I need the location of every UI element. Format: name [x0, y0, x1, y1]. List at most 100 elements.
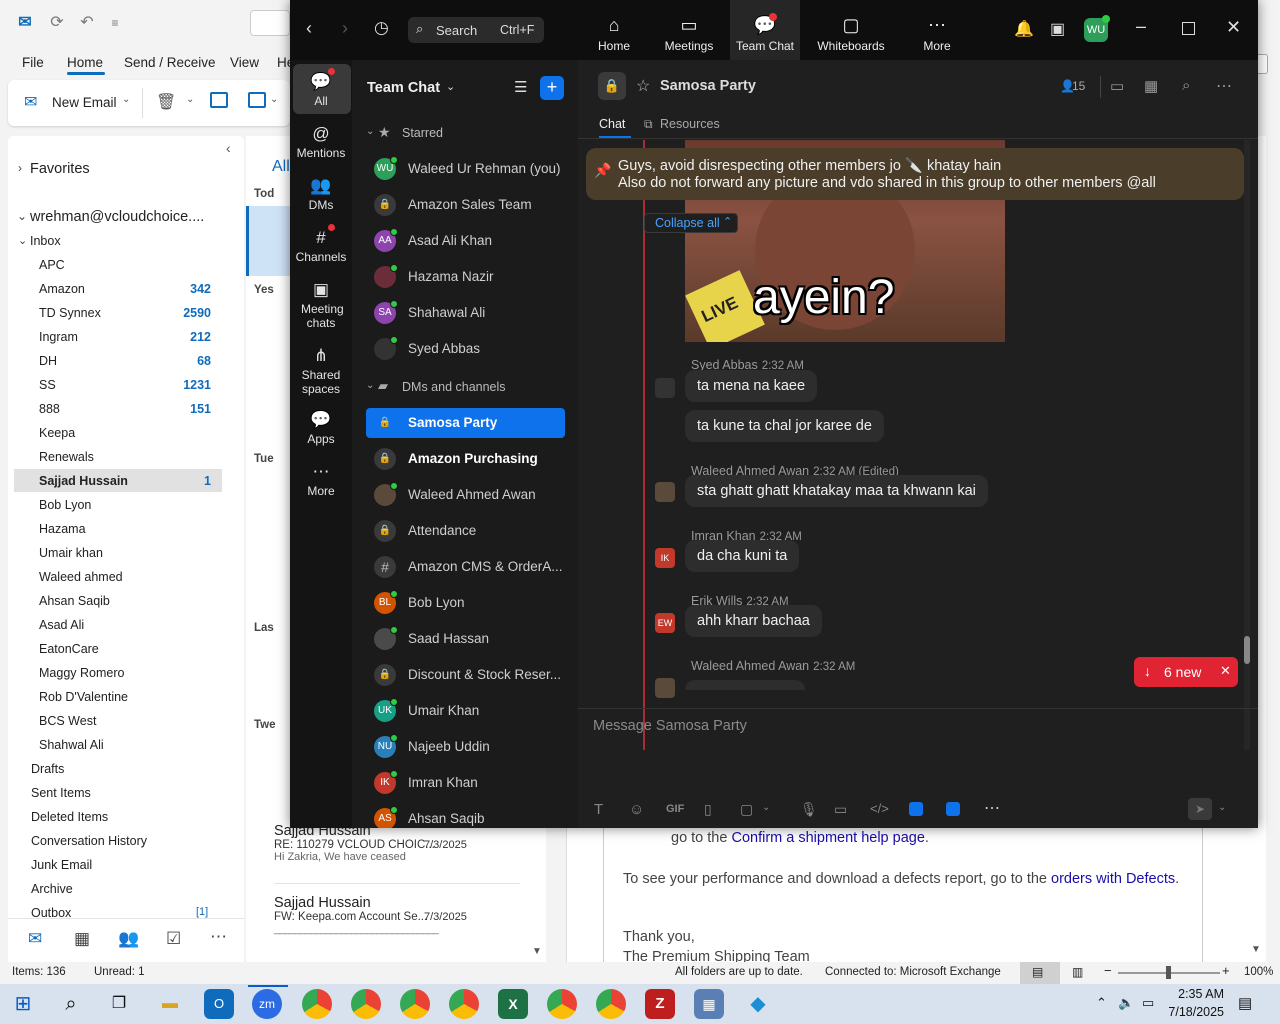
message-bubble[interactable]: ahh kharr bachaa — [685, 605, 822, 637]
tab-chat[interactable]: Chat — [599, 117, 625, 131]
chrome-icon[interactable] — [547, 989, 577, 1019]
message-bubble[interactable]: da cha kuni ta — [685, 540, 800, 572]
more-options-icon[interactable]: ⋯ — [984, 798, 1000, 818]
clock-time[interactable]: 2:35 AM — [1170, 987, 1224, 1001]
close-icon[interactable]: ✕ — [1220, 663, 1231, 679]
gif-button[interactable]: GIF — [666, 803, 684, 815]
emoji-icon[interactable]: ☺ — [629, 801, 644, 818]
tasks-icon[interactable]: ☑ — [166, 929, 181, 949]
calendar-icon[interactable]: ▦ — [74, 929, 90, 949]
code-icon[interactable]: </> — [870, 801, 889, 816]
chevron-down-icon[interactable]: ⌄ — [762, 802, 770, 813]
mail-item[interactable]: Sajjad Hussain FW: Keepa.com Account Se.… — [274, 895, 467, 935]
message-avatar[interactable]: IK — [655, 548, 675, 568]
sidebar-item-label: Saad Hassan — [408, 631, 490, 646]
message-bubble[interactable]: ta mena na kaee — [685, 370, 818, 402]
windows-start-icon[interactable]: ⊞ — [8, 989, 38, 1019]
mail-preview: Hi Zakria, We have ceased — [274, 851, 406, 863]
more-apps-icon[interactable]: ⋯ — [210, 927, 227, 947]
filezilla-icon[interactable]: Z — [645, 989, 675, 1019]
message-bubble[interactable]: sta ghatt ghatt khatakay maa ta khwann k… — [685, 475, 988, 507]
app-icon[interactable] — [909, 802, 923, 816]
lock-icon: 🔒 — [374, 520, 396, 542]
chevron-down-icon[interactable]: ⌄ — [1218, 802, 1226, 813]
scroll-down-arrow[interactable]: ▼ — [532, 946, 542, 957]
message-avatar[interactable] — [655, 482, 675, 502]
folder-item[interactable]: Conversation History — [31, 834, 147, 848]
file-explorer-icon[interactable]: ▬ — [155, 989, 185, 1019]
chrome-icon[interactable] — [449, 989, 479, 1019]
calendar-icon[interactable]: ▦ — [1144, 77, 1158, 95]
format-text-icon[interactable]: T — [594, 801, 603, 818]
pinned-message-banner[interactable]: 📌 Guys, avoid disrespecting other member… — [586, 148, 1244, 200]
new-messages-badge[interactable]: ↓ 6 new ✕ — [1134, 657, 1238, 687]
chrome-icon[interactable] — [302, 989, 332, 1019]
calculator-icon[interactable]: ▦ — [694, 989, 724, 1019]
tab-resources[interactable]: Resources — [660, 117, 720, 131]
search-icon[interactable]: ⌕ — [1182, 77, 1190, 94]
message-bubble[interactable] — [685, 680, 805, 690]
channel-title[interactable]: Samosa Party — [660, 78, 756, 94]
sidebar-item-label: Imran Khan — [408, 775, 478, 790]
zoom-in-icon[interactable]: + — [1222, 963, 1230, 978]
sidebar-item[interactable]: UK Umair Khan — [374, 696, 574, 726]
sidebar-item[interactable]: AS Ahsan Saqib — [374, 804, 574, 828]
reading-view-icon[interactable]: ▥ — [1072, 965, 1083, 979]
toolbar-divider — [1100, 76, 1101, 98]
chat-scrollbar-thumb[interactable] — [1244, 636, 1250, 664]
scroll-down-arrow[interactable]: ▼ — [1251, 944, 1261, 955]
confirm-shipment-link[interactable]: Confirm a shipment help page — [731, 830, 924, 846]
sidebar-item[interactable]: BL Bob Lyon — [374, 588, 574, 618]
sidebar-item[interactable]: Saad Hassan — [374, 624, 574, 654]
zoom-slider-thumb[interactable] — [1166, 966, 1171, 979]
people-icon[interactable]: 👥 — [118, 929, 139, 949]
sidebar-item[interactable]: # Amazon CMS & OrderA... — [374, 552, 574, 582]
zoom-out-icon[interactable]: − — [1104, 963, 1112, 978]
star-outline-icon[interactable]: ☆ — [636, 76, 650, 96]
sidebar-item[interactable]: 🔒 Samosa Party — [366, 408, 565, 438]
send-button[interactable]: ➤ — [1188, 798, 1212, 820]
sidebar-item[interactable]: IK Imran Khan — [374, 768, 574, 798]
video-off-icon[interactable]: ▭ — [1110, 77, 1124, 95]
file-icon[interactable]: ▯ — [704, 801, 712, 818]
zoom-app-icon[interactable]: zm — [252, 989, 282, 1019]
orders-with-defects-link[interactable]: orders with Defects — [1051, 871, 1175, 887]
chevron-up-icon[interactable]: ⌃ — [1096, 995, 1107, 1011]
message-avatar[interactable] — [655, 378, 675, 398]
mail-icon[interactable]: ✉ — [28, 929, 42, 949]
mail-item[interactable]: Sajjad Hussain RE: 110279 VCLOUD CHOIC..… — [274, 823, 467, 863]
notifications-icon[interactable]: ▤ — [1238, 994, 1252, 1012]
message-avatar[interactable]: EW — [655, 613, 675, 633]
chrome-icon[interactable] — [596, 989, 626, 1019]
network-icon[interactable]: ▭ — [1142, 995, 1154, 1011]
sidebar-item[interactable]: Waleed Ahmed Awan — [374, 480, 574, 510]
speaker-icon[interactable]: 🔈 — [1118, 995, 1134, 1011]
video-message-icon[interactable]: ▭ — [834, 801, 847, 818]
folder-item[interactable]: Junk Email — [31, 858, 92, 872]
app-icon[interactable] — [946, 802, 960, 816]
chrome-icon[interactable] — [351, 989, 381, 1019]
search-icon[interactable]: ⌕ — [56, 989, 86, 1019]
clock-date[interactable]: 7/18/2025 — [1162, 1005, 1224, 1019]
sidebar-item[interactable]: 🔒 Amazon Purchasing — [374, 444, 574, 474]
message-input[interactable]: Message Samosa Party — [593, 718, 747, 734]
microphone-icon[interactable]: 🎙 — [800, 801, 818, 818]
message-sender[interactable]: Waleed Ahmed Awan — [691, 659, 809, 673]
more-options-icon[interactable]: ⋯ — [1216, 76, 1232, 96]
sidebar-item[interactable]: 🔒 Attendance — [374, 516, 574, 546]
outbox-count: [1] — [196, 906, 209, 918]
sidebar-item[interactable]: NU Najeeb Uddin — [374, 732, 574, 762]
chrome-icon[interactable] — [400, 989, 430, 1019]
task-view-icon[interactable]: ❐ — [104, 989, 134, 1019]
message-bubble[interactable]: ta kune ta chal jor karee de — [685, 410, 884, 442]
member-count[interactable]: 15 — [1072, 79, 1085, 93]
excel-icon[interactable]: X — [498, 989, 528, 1019]
sidebar-item[interactable]: 🔒 Discount & Stock Reser... — [374, 660, 574, 690]
screenshot-icon[interactable]: ▢ — [740, 801, 753, 818]
message-avatar[interactable] — [655, 678, 675, 698]
folder-item[interactable]: Archive — [31, 882, 73, 896]
collapse-all-button[interactable]: Collapse all ⌃ — [644, 213, 738, 233]
presence-dot — [390, 590, 398, 598]
app-icon[interactable]: ◆ — [743, 989, 773, 1019]
outlook-app-icon[interactable]: O — [204, 989, 234, 1019]
